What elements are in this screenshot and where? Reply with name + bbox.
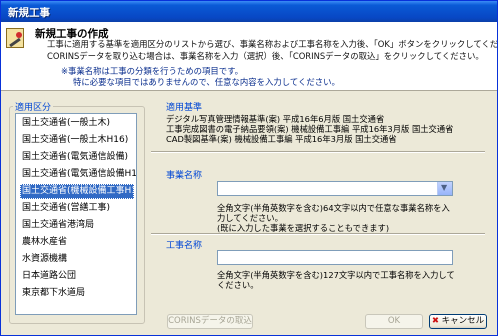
header-line-2: CORINSデータを取り込む場合は、事業名称を入力（選択）後、「CORINSデー…	[47, 51, 484, 61]
separator	[151, 233, 485, 235]
chevron-down-icon: ▼	[441, 183, 448, 192]
category-item[interactable]: 国土交通省港湾局	[20, 218, 134, 233]
category-item[interactable]: 日本道路公団	[20, 269, 134, 284]
new-construction-dialog: 新規工事 新規工事の作成 工事に適用する基準を適用区分のリストから選び、事業名称…	[0, 0, 498, 336]
category-list[interactable]: 国土交通省(一般土木) 国土交通省(一般土木H16) 国土交通省(電気通信設備)…	[15, 113, 137, 315]
category-item[interactable]: 東京都下水道局	[20, 286, 134, 301]
cancel-button[interactable]: ✖ キャンセル	[429, 314, 487, 329]
category-item[interactable]: 国土交通省(一般土木)	[20, 116, 134, 131]
business-label: 事業名称	[164, 168, 205, 181]
category-item[interactable]: 国土交通省(営繕工事)	[20, 201, 134, 216]
category-item[interactable]: 国土交通省(電気通信設備H16)	[20, 167, 136, 182]
header-note-2: 特に必要な項目ではありませんので、任意な内容を入力してください。	[73, 77, 340, 87]
header-panel: 新規工事の作成 工事に適用する基準を適用区分のリストから選び、事業名称および工事…	[1, 22, 497, 91]
category-item[interactable]: 国土交通省(電気通信設備)	[20, 150, 134, 165]
ok-button[interactable]: OK	[365, 314, 423, 329]
cancel-button-label: キャンセル	[441, 316, 485, 326]
separator	[151, 151, 485, 153]
title-bar[interactable]: 新規工事	[1, 1, 497, 22]
window-title: 新規工事	[8, 7, 50, 19]
header-line-1: 工事に適用する基準を適用区分のリストから選び、事業名称および工事名称を入力後、「…	[47, 39, 498, 49]
construction-icon	[6, 28, 24, 48]
category-item[interactable]: 農林水産省	[20, 235, 134, 250]
construction-name-input[interactable]	[217, 250, 453, 265]
standard-line-3: CAD製図基準(案) 機械設備工事編 平成16年3月版 国土交通省	[166, 134, 397, 144]
category-item[interactable]: 水資源機構	[20, 252, 134, 267]
construction-note-2: ください。	[217, 280, 259, 290]
category-item[interactable]: 国土交通省(一般土木H16)	[20, 133, 134, 148]
construction-label: 工事名称	[164, 238, 205, 251]
combobox-dropdown-button[interactable]: ▼	[437, 182, 452, 195]
category-item-selected[interactable]: 国土交通省(機械設備工事H16)	[20, 184, 136, 199]
close-icon: ✖	[431, 316, 439, 326]
corins-import-button[interactable]: CORINSデータの取込	[167, 314, 253, 329]
standard-label: 適用基準	[164, 100, 205, 113]
category-label: 適用区分	[13, 100, 54, 113]
business-name-combobox[interactable]: ▼	[217, 181, 453, 196]
